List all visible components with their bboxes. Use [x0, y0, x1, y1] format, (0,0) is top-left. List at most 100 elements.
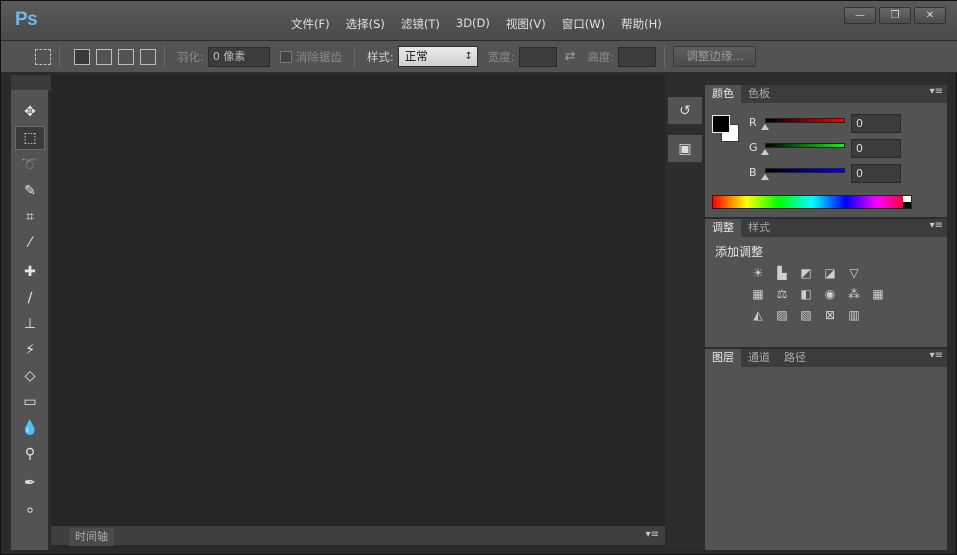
crop-tool-icon[interactable]: ⌗	[15, 205, 45, 229]
tab-adjustments[interactable]: 调整	[705, 219, 741, 237]
tools-panel: ✥ ⬚ ➰ ✎ ⌗ ⁄ ✚ ∕ ⊥ ⚡ ◇ ▭ 💧 ⚲ ✒ ⸰	[11, 90, 49, 550]
tab-color[interactable]: 颜色	[705, 85, 741, 103]
channel-mixer-icon[interactable]: ⁂	[845, 286, 863, 302]
marquee-tool-preset-icon[interactable]	[35, 48, 51, 65]
history-brush-tool-icon[interactable]: ⚡	[15, 338, 45, 362]
pen-tool-icon[interactable]: ✒	[15, 471, 45, 495]
panel-menu-icon[interactable]: ▾≡	[930, 350, 943, 361]
panel-menu-icon[interactable]: ▾≡	[646, 529, 659, 540]
blue-slider-thumb[interactable]	[761, 174, 769, 180]
add-adjustment-title: 添加调整	[715, 245, 764, 259]
style-label: 样式:	[366, 49, 394, 64]
blue-slider-row: B 0	[747, 164, 943, 184]
color-spectrum-bar[interactable]	[712, 195, 912, 209]
style-select[interactable]: 正常	[397, 46, 478, 67]
hue-saturation-icon[interactable]: ▦	[749, 286, 767, 302]
tab-layers[interactable]: 图层	[705, 349, 741, 367]
color-balance-icon[interactable]: ⚖	[773, 286, 791, 302]
menu-item-window[interactable]: 窗口(W)	[554, 16, 613, 32]
width-input[interactable]	[518, 46, 557, 67]
brush-tool-icon[interactable]: ∕	[15, 286, 45, 310]
document-canvas-area[interactable]	[51, 75, 665, 525]
menu-item-help[interactable]: 帮助(H)	[613, 16, 670, 32]
properties-panel-icon[interactable]: ▣	[668, 135, 702, 163]
feather-input[interactable]: 0 像素	[207, 46, 270, 67]
right-panel-dock: 颜色 色板 ▾≡ R 0 G 0 B 0 调整 样式 ▾≡ 添加调整 ☀ ▙ ◩…	[705, 75, 947, 550]
healing-brush-tool-icon[interactable]: ✚	[15, 260, 45, 284]
tab-channels[interactable]: 通道	[741, 349, 777, 367]
separator	[164, 45, 165, 68]
blue-value-input[interactable]: 0	[851, 164, 901, 183]
maximize-button[interactable]: ❐	[879, 7, 911, 24]
photo-filter-icon[interactable]: ◉	[821, 286, 839, 302]
black-white-icon[interactable]: ◧	[797, 286, 815, 302]
menu-item-file[interactable]: 文件(F)	[283, 16, 338, 32]
eraser-tool-icon[interactable]: ◇	[15, 364, 45, 388]
tools-panel-header[interactable]	[11, 75, 51, 91]
panel-menu-icon[interactable]: ▾≡	[930, 86, 943, 97]
new-selection-icon[interactable]	[74, 48, 90, 65]
blue-slider-track[interactable]	[765, 168, 845, 173]
red-value-input[interactable]: 0	[851, 114, 901, 133]
threshold-icon[interactable]: ▧	[797, 307, 815, 323]
move-tool-icon[interactable]: ✥	[15, 100, 45, 124]
layers-panel: 图层 通道 路径 ▾≡	[705, 349, 947, 550]
menu-item-view[interactable]: 视图(V)	[498, 16, 554, 32]
green-slider-row: G 0	[747, 139, 943, 159]
curves-icon[interactable]: ◩	[797, 265, 815, 281]
levels-icon[interactable]: ▙	[773, 265, 791, 281]
brightness-contrast-icon[interactable]: ☀	[749, 265, 767, 281]
lasso-tool-icon[interactable]: ➰	[15, 153, 45, 177]
tab-paths[interactable]: 路径	[777, 349, 813, 367]
antialias-checkbox[interactable]	[279, 50, 292, 63]
adjustments-panel: 调整 样式 ▾≡ 添加调整 ☀ ▙ ◩ ◪ ▽ ▦ ⚖ ◧ ◉ ⁂ ▦ ◭ ▨ …	[705, 219, 947, 347]
tab-styles[interactable]: 样式	[741, 219, 777, 237]
app-logo: Ps	[15, 9, 38, 30]
intersect-selection-icon[interactable]	[140, 48, 156, 65]
exposure-icon[interactable]: ◪	[821, 265, 839, 281]
blur-tool-icon[interactable]: 💧	[15, 416, 45, 440]
gradient-map-icon[interactable]: ▥	[845, 307, 863, 323]
red-slider-thumb[interactable]	[761, 124, 769, 130]
menu-item-filter[interactable]: 滤镜(T)	[393, 16, 448, 32]
tab-timeline[interactable]: 时间轴	[69, 528, 114, 546]
swap-dimensions-icon[interactable]: ⇄	[565, 49, 576, 64]
invert-icon[interactable]: ◭	[749, 307, 767, 323]
black-white-swatch[interactable]	[903, 196, 911, 208]
separator	[59, 45, 60, 68]
add-to-selection-icon[interactable]	[96, 48, 112, 65]
vibrance-icon[interactable]: ▽	[845, 265, 863, 281]
menu-item-select[interactable]: 选择(S)	[338, 16, 393, 32]
layers-panel-tabs: 图层 通道 路径 ▾≡	[705, 349, 947, 367]
marquee-tool-icon[interactable]: ⬚	[15, 126, 45, 150]
refine-edge-button[interactable]: 调整边缘...	[673, 46, 757, 67]
gradient-tool-icon[interactable]: ▭	[15, 390, 45, 414]
timeline-panel: 时间轴 ▾≡	[51, 525, 665, 546]
height-label: 高度:	[587, 49, 615, 64]
type-tool-icon[interactable]: ⸰	[15, 498, 45, 522]
foreground-color-swatch[interactable]	[712, 115, 730, 133]
width-label: 宽度:	[487, 49, 515, 64]
clone-stamp-tool-icon[interactable]: ⊥	[15, 312, 45, 336]
red-label: R	[749, 116, 757, 129]
green-value-input[interactable]: 0	[851, 139, 901, 158]
posterize-icon[interactable]: ▨	[773, 307, 791, 323]
close-button[interactable]: ✕	[914, 7, 946, 24]
red-slider-track[interactable]	[765, 118, 845, 123]
minimize-button[interactable]: —	[844, 7, 876, 24]
selective-color-icon[interactable]: ⊠	[821, 307, 839, 323]
blue-label: B	[749, 166, 757, 179]
color-lookup-icon[interactable]: ▦	[869, 286, 887, 302]
green-slider-track[interactable]	[765, 143, 845, 148]
history-panel-icon[interactable]: ↺	[668, 97, 702, 125]
eyedropper-tool-icon[interactable]: ⁄	[15, 231, 45, 255]
height-input[interactable]	[618, 46, 657, 67]
subtract-from-selection-icon[interactable]	[118, 48, 134, 65]
panel-menu-icon[interactable]: ▾≡	[930, 220, 943, 231]
color-panel: 颜色 色板 ▾≡ R 0 G 0 B 0	[705, 85, 947, 217]
quick-selection-tool-icon[interactable]: ✎	[15, 179, 45, 203]
green-slider-thumb[interactable]	[761, 149, 769, 155]
menu-item-3d[interactable]: 3D(D)	[448, 16, 498, 32]
dodge-tool-icon[interactable]: ⚲	[15, 442, 45, 466]
tab-swatches[interactable]: 色板	[741, 85, 777, 103]
